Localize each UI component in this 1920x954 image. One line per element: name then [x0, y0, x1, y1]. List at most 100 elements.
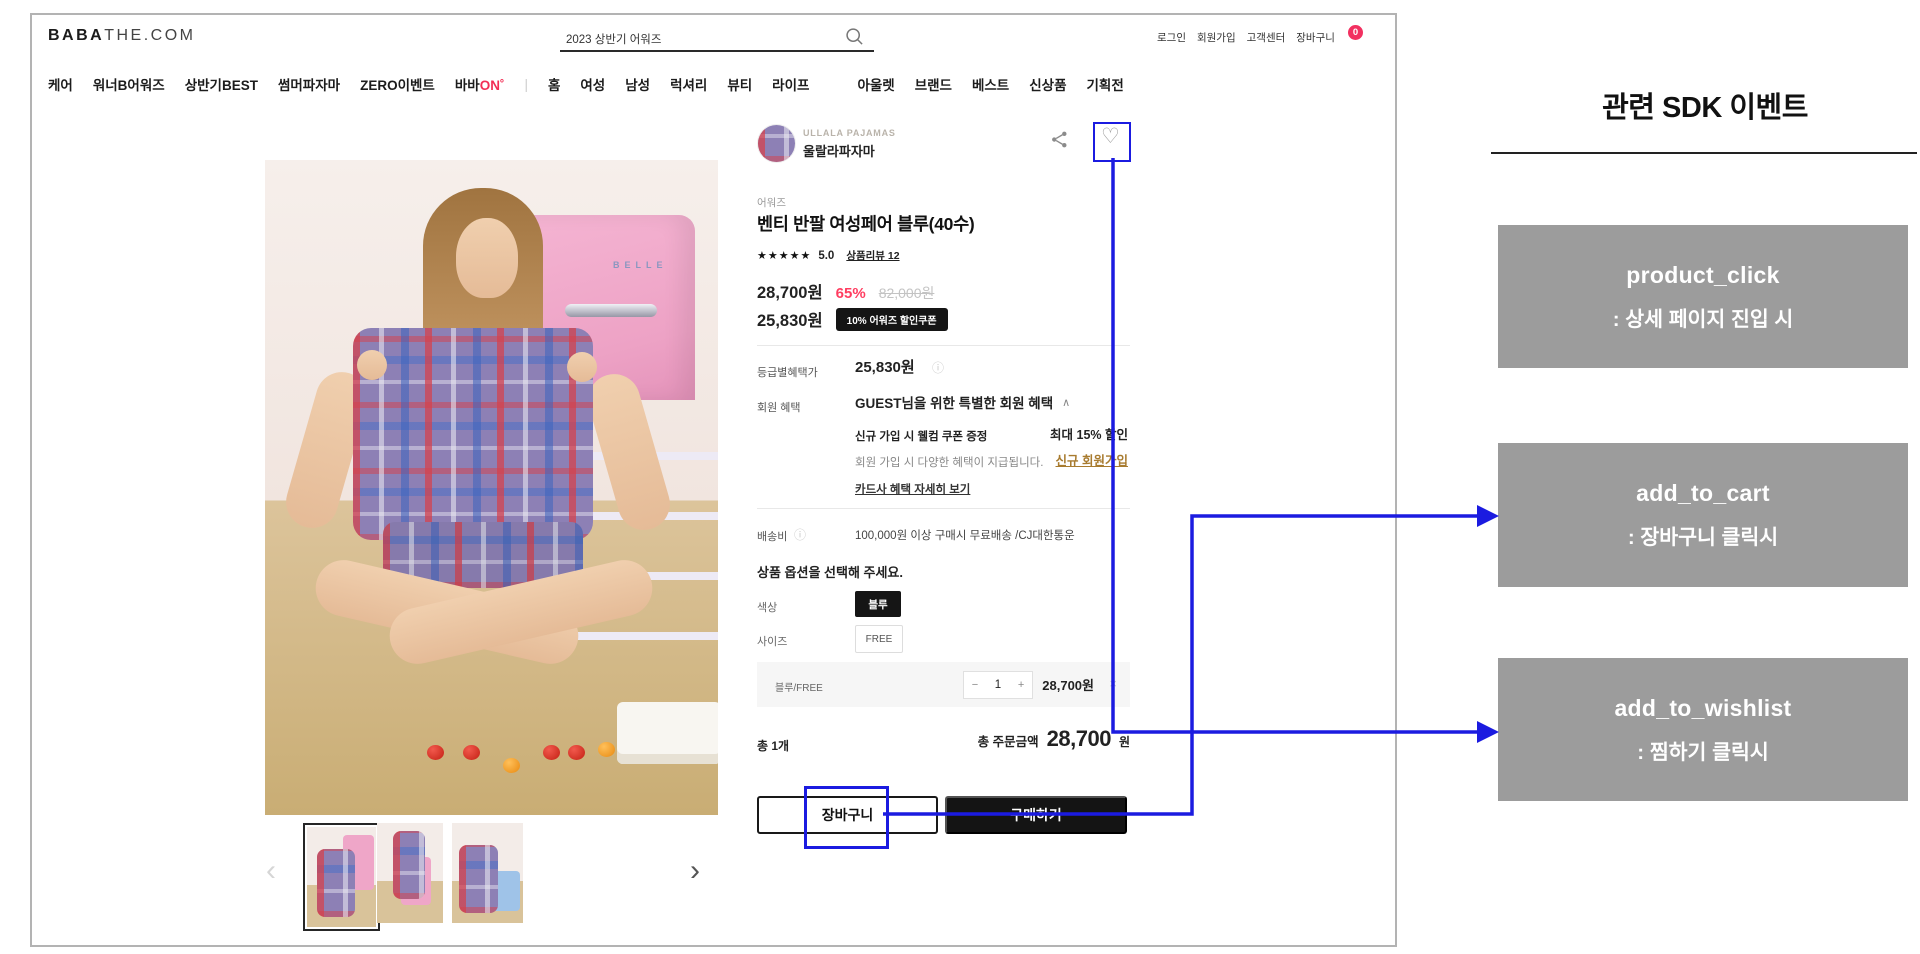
member-benefit-accordion[interactable]: GUEST님을 위한 특별한 회원 혜택 ∧ — [855, 392, 1070, 412]
chevron-up-icon: ∧ — [1062, 396, 1070, 409]
order-total: 총 주문금액 28,700 원 — [978, 726, 1130, 752]
tomato-orange — [503, 758, 520, 773]
search-underline — [560, 50, 874, 52]
remove-option-icon[interactable]: × — [1109, 676, 1117, 691]
nav-item-life[interactable]: 라이프 — [772, 74, 809, 94]
selected-option-price: 28,700원 — [1042, 675, 1094, 694]
color-option-label: 색상 — [757, 599, 777, 615]
brand-avatar[interactable] — [757, 124, 796, 163]
product-photo: BELLE — [265, 160, 718, 815]
customer-center-link[interactable]: 고객센터 — [1247, 30, 1286, 45]
sdk-event-desc: : 상세 페이지 진입 시 — [1613, 302, 1794, 332]
order-total-label: 총 주문금액 — [978, 731, 1039, 750]
sdk-title-underline — [1491, 152, 1917, 154]
gallery-thumbnail-3[interactable] — [452, 823, 523, 923]
sdk-event-name: add_to_cart — [1636, 480, 1770, 507]
gallery-thumbnail-2[interactable] — [377, 823, 443, 923]
nav-item-women[interactable]: 여성 — [580, 74, 605, 94]
quantity-plus-button[interactable]: + — [1010, 672, 1032, 698]
signup-link[interactable]: 신규 회원가입 — [1056, 450, 1128, 469]
member-benefit-heading: GUEST님을 위한 특별한 회원 혜택 — [855, 392, 1053, 412]
signup-link[interactable]: 회원가입 — [1197, 30, 1236, 45]
sdk-event-name: add_to_wishlist — [1614, 695, 1791, 722]
tomato-orange — [598, 742, 615, 757]
size-chip-free[interactable]: FREE — [855, 625, 903, 653]
shipping-label: 배송비 — [757, 528, 787, 544]
main-navigation: 케어 워너B어워즈 상반기BEST 썸머파자마 ZERO이벤트 바바ON˚ | … — [48, 74, 1124, 94]
sdk-event-add-to-wishlist: add_to_wishlist : 찜하기 클릭시 — [1498, 658, 1908, 801]
nav-item-brand[interactable]: 브랜드 — [915, 74, 952, 94]
nav-item-summer-pajama[interactable]: 썸머파자마 — [278, 74, 340, 94]
buy-now-button[interactable]: 구매하기 — [945, 796, 1127, 834]
header-utility-links: 로그인 회원가입 고객센터 장바구니 — [1157, 30, 1335, 45]
product-title: 벤티 반팔 여성페어 블루(40수) — [757, 211, 974, 236]
nav-item-beauty[interactable]: 뷰티 — [727, 74, 752, 94]
thumbnail-image — [377, 823, 443, 923]
nav-item-zero-event[interactable]: ZERO이벤트 — [360, 74, 435, 94]
nav-item-baba-on[interactable]: 바바ON˚ — [455, 74, 505, 94]
discount-percent: 65% — [836, 285, 866, 302]
gallery-thumbnail-1-selected[interactable] — [303, 823, 380, 931]
nav-item-home[interactable]: 홈 — [548, 74, 560, 94]
sdk-event-desc: : 찜하기 클릭시 — [1637, 735, 1768, 765]
info-icon[interactable]: ⓘ — [932, 359, 944, 376]
benefit-max-discount-text: 최대 15% 할인 — [1050, 424, 1128, 443]
gallery-next-arrow[interactable]: › — [690, 854, 700, 888]
nav-item-care[interactable]: 케어 — [48, 74, 73, 94]
color-chip-blue[interactable]: 블루 — [855, 591, 901, 617]
model-left-hand — [357, 350, 387, 380]
total-item-count: 총 1개 — [757, 737, 789, 754]
search-icon[interactable] — [845, 27, 864, 46]
model-right-hand — [567, 352, 597, 382]
brand-name-kr[interactable]: 울랄라파자마 — [803, 141, 875, 160]
cart-link[interactable]: 장바구니 — [1296, 30, 1335, 45]
divider — [757, 345, 1130, 346]
thumbnail-image — [452, 823, 523, 923]
review-count-link[interactable]: 상품리뷰 12 — [846, 248, 899, 263]
quantity-value: 1 — [986, 672, 1010, 698]
rating-score: 5.0 — [818, 250, 834, 262]
model-face — [456, 218, 518, 298]
size-option-label: 사이즈 — [757, 633, 787, 649]
sdk-panel-title: 관련 SDK 이벤트 — [1493, 84, 1917, 126]
nav-item-half-year-best[interactable]: 상반기BEST — [185, 74, 258, 94]
sdk-event-desc: : 장바구니 클릭시 — [1628, 520, 1778, 550]
price-row-coupon: 25,830원 10% 어워즈 할인쿠폰 — [757, 307, 948, 331]
login-link[interactable]: 로그인 — [1157, 30, 1186, 45]
sdk-event-add-to-cart: add_to_cart : 장바구니 클릭시 — [1498, 443, 1908, 587]
logo-bold: BABA — [48, 27, 104, 44]
order-total-unit: 원 — [1119, 733, 1130, 750]
sdk-event-name: product_click — [1626, 262, 1779, 289]
quantity-minus-button[interactable]: − — [964, 672, 986, 698]
nav-item-best[interactable]: 베스트 — [972, 74, 1009, 94]
search-input[interactable]: 2023 상반기 어워즈 — [566, 31, 661, 47]
nav-item-plan[interactable]: 기획전 — [1087, 74, 1124, 94]
info-icon[interactable]: ⓘ — [794, 526, 806, 543]
nav-item-new[interactable]: 신상품 — [1029, 74, 1066, 94]
nav-item-men[interactable]: 남성 — [625, 74, 650, 94]
fridge-brand-text: BELLE — [613, 260, 668, 270]
nav-item-luxury[interactable]: 럭셔리 — [670, 74, 707, 94]
sdk-event-product-click: product_click : 상세 페이지 진입 시 — [1498, 225, 1908, 368]
coupon-badge: 10% 어워즈 할인쿠폰 — [836, 308, 948, 331]
tomato — [427, 745, 444, 760]
site-logo[interactable]: BABATHE.COM — [48, 27, 196, 45]
tier-price-value: 25,830원 — [855, 356, 915, 377]
tomato — [568, 745, 585, 760]
share-icon[interactable] — [1049, 129, 1070, 150]
on-text: ON˚ — [480, 78, 505, 93]
nav-item-outlet[interactable]: 아울렛 — [857, 74, 894, 94]
egg-carton — [617, 702, 718, 764]
cart-count-badge[interactable]: 0 — [1348, 25, 1363, 40]
selected-option-name: 블루/FREE — [775, 679, 823, 694]
product-category: 어워즈 — [757, 195, 786, 210]
nav-item-wanna-b-awards[interactable]: 워너B어워즈 — [93, 74, 165, 94]
benefit-signup-text: 회원 가입 시 다양한 혜택이 지급됩니다. — [855, 454, 1043, 470]
logo-light: THE.COM — [104, 27, 195, 44]
sale-price: 28,700원 — [757, 279, 823, 303]
card-benefit-link[interactable]: 카드사 혜택 자세히 보기 — [855, 481, 970, 497]
annotated-screenshot-canvas: BABATHE.COM 2023 상반기 어워즈 로그인 회원가입 고객센터 장… — [0, 0, 1920, 954]
gallery-prev-arrow[interactable]: ‹ — [266, 854, 276, 888]
star-rating-icons: ★★★★★ — [757, 249, 811, 262]
price-row-original: 28,700원 65% 82,000원 — [757, 279, 934, 303]
